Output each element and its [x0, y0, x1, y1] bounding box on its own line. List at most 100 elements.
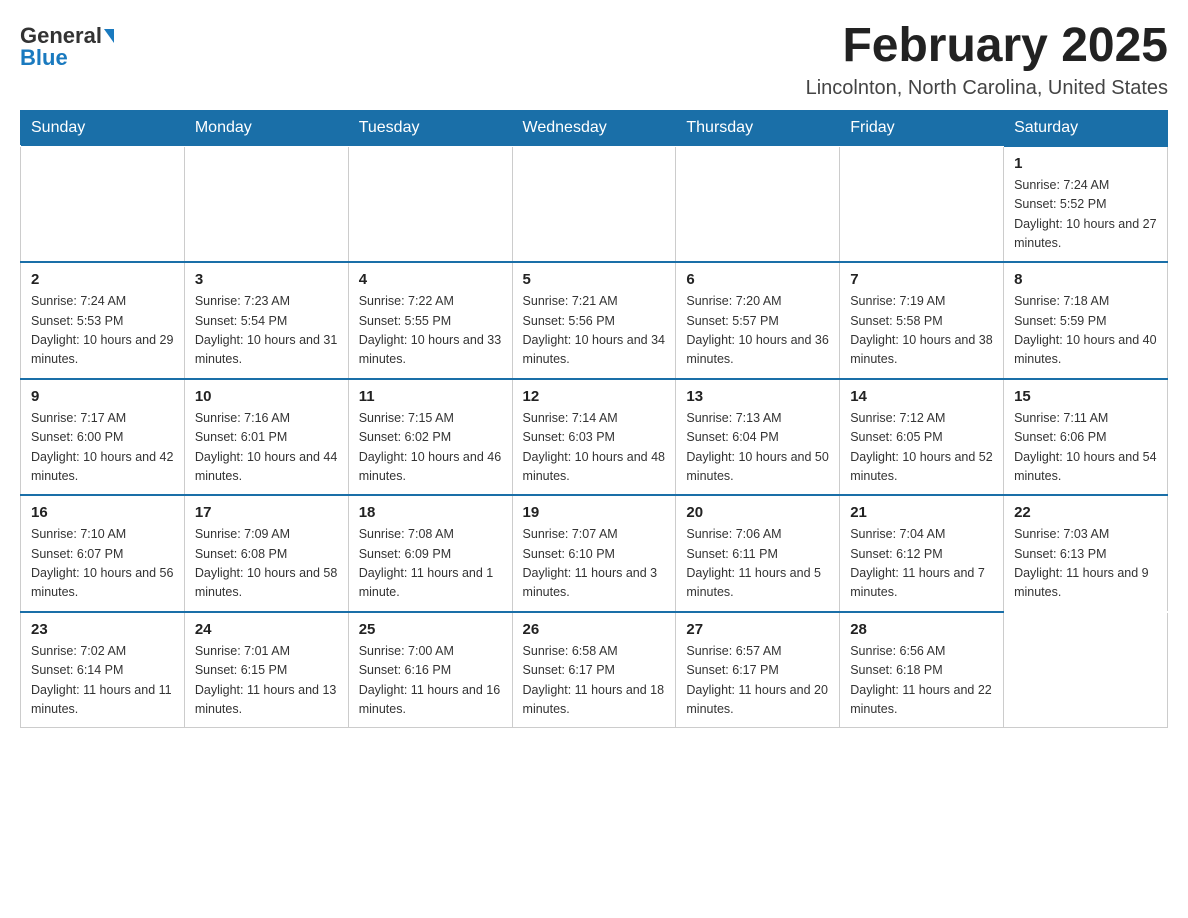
calendar-cell: 10Sunrise: 7:16 AM Sunset: 6:01 PM Dayli… — [184, 379, 348, 496]
day-info: Sunrise: 6:57 AM Sunset: 6:17 PM Dayligh… — [686, 642, 829, 720]
day-info: Sunrise: 7:01 AM Sunset: 6:15 PM Dayligh… — [195, 642, 338, 720]
logo-general-text: General — [20, 25, 102, 47]
day-info: Sunrise: 7:15 AM Sunset: 6:02 PM Dayligh… — [359, 409, 502, 487]
calendar-cell: 13 Sunrise: 7:13 AM Sunset: 6:04 PM Dayli… — [676, 379, 840, 496]
title-section: February 2025 Lincolnton, North Carolina… — [806, 20, 1168, 100]
calendar-header-wednesday: Wednesday — [512, 110, 676, 146]
calendar-header-monday: Monday — [184, 110, 348, 146]
day-info: Sunrise: 7:21 AM Sunset: 5:56 PM Dayligh… — [523, 292, 666, 370]
day-number: 8 — [1014, 271, 1157, 288]
day-number: 5 — [523, 271, 666, 288]
logo-blue-text: Blue — [20, 47, 68, 69]
day-info: Sunrise: 7:14 AM Sunset: 6:03 PM Dayligh… — [523, 409, 666, 487]
calendar-cell — [184, 146, 348, 263]
logo-arrow-icon — [104, 29, 114, 43]
day-number: 14 — [850, 388, 993, 405]
calendar-header-saturday: Saturday — [1004, 110, 1168, 146]
day-number: 4 — [359, 271, 502, 288]
day-number: 13 — [686, 388, 829, 405]
day-number: 9 — [31, 388, 174, 405]
calendar-cell: 6 Sunrise: 7:20 AM Sunset: 5:57 PM Daylig… — [676, 262, 840, 379]
calendar-cell: 22 Sunrise: 7:03 AM Sunset: 6:13 PM Dayli… — [1004, 495, 1168, 612]
day-info: Sunrise: 7:11 AM Sunset: 6:06 PM Dayligh… — [1014, 409, 1157, 487]
calendar-cell — [348, 146, 512, 263]
calendar-cell: 24 Sunrise: 7:01 AM Sunset: 6:15 PM Dayli… — [184, 612, 348, 728]
calendar-week-row: 2Sunrise: 7:24 AM Sunset: 5:53 PM Daylig… — [21, 262, 1168, 379]
day-info: Sunrise: 6:58 AM Sunset: 6:17 PM Dayligh… — [523, 642, 666, 720]
location-title: Lincolnton, North Carolina, United State… — [806, 77, 1168, 100]
day-number: 17 — [195, 504, 338, 521]
calendar-header-tuesday: Tuesday — [348, 110, 512, 146]
day-number: 23 — [31, 621, 174, 638]
day-number: 27 — [686, 621, 829, 638]
calendar-cell: 23Sunrise: 7:02 AM Sunset: 6:14 PM Dayli… — [21, 612, 185, 728]
calendar-cell: 18 Sunrise: 7:08 AM Sunset: 6:09 PM Dayli… — [348, 495, 512, 612]
calendar-week-row: 1Sunrise: 7:24 AM Sunset: 5:52 PM Daylig… — [21, 146, 1168, 263]
month-title: February 2025 — [806, 20, 1168, 73]
calendar-cell: 27 Sunrise: 6:57 AM Sunset: 6:17 PM Dayli… — [676, 612, 840, 728]
day-number: 26 — [523, 621, 666, 638]
day-number: 28 — [850, 621, 993, 638]
day-number: 19 — [523, 504, 666, 521]
calendar-cell: 16Sunrise: 7:10 AM Sunset: 6:07 PM Dayli… — [21, 495, 185, 612]
day-number: 6 — [686, 271, 829, 288]
day-info: Sunrise: 7:10 AM Sunset: 6:07 PM Dayligh… — [31, 525, 174, 603]
day-info: Sunrise: 7:07 AM Sunset: 6:10 PM Dayligh… — [523, 525, 666, 603]
day-number: 22 — [1014, 504, 1157, 521]
day-number: 2 — [31, 271, 174, 288]
day-info: Sunrise: 7:22 AM Sunset: 5:55 PM Dayligh… — [359, 292, 502, 370]
calendar-table: SundayMondayTuesdayWednesdayThursdayFrid… — [20, 110, 1168, 729]
day-number: 20 — [686, 504, 829, 521]
calendar-cell: 5 Sunrise: 7:21 AM Sunset: 5:56 PM Daylig… — [512, 262, 676, 379]
day-info: Sunrise: 7:19 AM Sunset: 5:58 PM Dayligh… — [850, 292, 993, 370]
day-info: Sunrise: 7:13 AM Sunset: 6:04 PM Dayligh… — [686, 409, 829, 487]
day-number: 21 — [850, 504, 993, 521]
day-info: Sunrise: 7:24 AM Sunset: 5:52 PM Dayligh… — [1014, 176, 1157, 254]
page-header: General Blue February 2025 Lincolnton, N… — [20, 20, 1168, 100]
calendar-cell — [1004, 612, 1168, 728]
day-info: Sunrise: 7:04 AM Sunset: 6:12 PM Dayligh… — [850, 525, 993, 603]
calendar-header-row: SundayMondayTuesdayWednesdayThursdayFrid… — [21, 110, 1168, 146]
calendar-cell: 20Sunrise: 7:06 AM Sunset: 6:11 PM Dayli… — [676, 495, 840, 612]
calendar-cell: 28 Sunrise: 6:56 AM Sunset: 6:18 PM Dayli… — [840, 612, 1004, 728]
calendar-cell: 12 Sunrise: 7:14 AM Sunset: 6:03 PM Dayli… — [512, 379, 676, 496]
day-info: Sunrise: 7:23 AM Sunset: 5:54 PM Dayligh… — [195, 292, 338, 370]
calendar-cell: 3 Sunrise: 7:23 AM Sunset: 5:54 PM Daylig… — [184, 262, 348, 379]
calendar-cell: 15 Sunrise: 7:11 AM Sunset: 6:06 PM Dayli… — [1004, 379, 1168, 496]
calendar-cell: 25Sunrise: 7:00 AM Sunset: 6:16 PM Dayli… — [348, 612, 512, 728]
day-number: 15 — [1014, 388, 1157, 405]
calendar-cell: 26 Sunrise: 6:58 AM Sunset: 6:17 PM Dayli… — [512, 612, 676, 728]
day-number: 24 — [195, 621, 338, 638]
day-number: 12 — [523, 388, 666, 405]
calendar-cell: 14Sunrise: 7:12 AM Sunset: 6:05 PM Dayli… — [840, 379, 1004, 496]
calendar-week-row: 9 Sunrise: 7:17 AM Sunset: 6:00 PM Daylig… — [21, 379, 1168, 496]
day-info: Sunrise: 7:09 AM Sunset: 6:08 PM Dayligh… — [195, 525, 338, 603]
calendar-header-sunday: Sunday — [21, 110, 185, 146]
logo: General Blue — [20, 20, 114, 69]
calendar-cell: 4 Sunrise: 7:22 AM Sunset: 5:55 PM Daylig… — [348, 262, 512, 379]
calendar-cell: 17 Sunrise: 7:09 AM Sunset: 6:08 PM Dayli… — [184, 495, 348, 612]
calendar-header-friday: Friday — [840, 110, 1004, 146]
calendar-week-row: 23Sunrise: 7:02 AM Sunset: 6:14 PM Dayli… — [21, 612, 1168, 728]
day-number: 11 — [359, 388, 502, 405]
day-info: Sunrise: 7:20 AM Sunset: 5:57 PM Dayligh… — [686, 292, 829, 370]
day-info: Sunrise: 6:56 AM Sunset: 6:18 PM Dayligh… — [850, 642, 993, 720]
calendar-cell: 19 Sunrise: 7:07 AM Sunset: 6:10 PM Dayli… — [512, 495, 676, 612]
day-number: 7 — [850, 271, 993, 288]
day-info: Sunrise: 7:16 AM Sunset: 6:01 PM Dayligh… — [195, 409, 338, 487]
calendar-cell: 2Sunrise: 7:24 AM Sunset: 5:53 PM Daylig… — [21, 262, 185, 379]
calendar-cell: 7 Sunrise: 7:19 AM Sunset: 5:58 PM Daylig… — [840, 262, 1004, 379]
calendar-header-thursday: Thursday — [676, 110, 840, 146]
calendar-cell — [21, 146, 185, 263]
calendar-cell: 11 Sunrise: 7:15 AM Sunset: 6:02 PM Dayli… — [348, 379, 512, 496]
day-number: 25 — [359, 621, 502, 638]
calendar-cell: 21 Sunrise: 7:04 AM Sunset: 6:12 PM Dayli… — [840, 495, 1004, 612]
day-info: Sunrise: 7:17 AM Sunset: 6:00 PM Dayligh… — [31, 409, 174, 487]
day-info: Sunrise: 7:03 AM Sunset: 6:13 PM Dayligh… — [1014, 525, 1157, 603]
day-number: 18 — [359, 504, 502, 521]
calendar-cell — [512, 146, 676, 263]
day-info: Sunrise: 7:08 AM Sunset: 6:09 PM Dayligh… — [359, 525, 502, 603]
calendar-week-row: 16Sunrise: 7:10 AM Sunset: 6:07 PM Dayli… — [21, 495, 1168, 612]
day-info: Sunrise: 7:18 AM Sunset: 5:59 PM Dayligh… — [1014, 292, 1157, 370]
day-number: 3 — [195, 271, 338, 288]
